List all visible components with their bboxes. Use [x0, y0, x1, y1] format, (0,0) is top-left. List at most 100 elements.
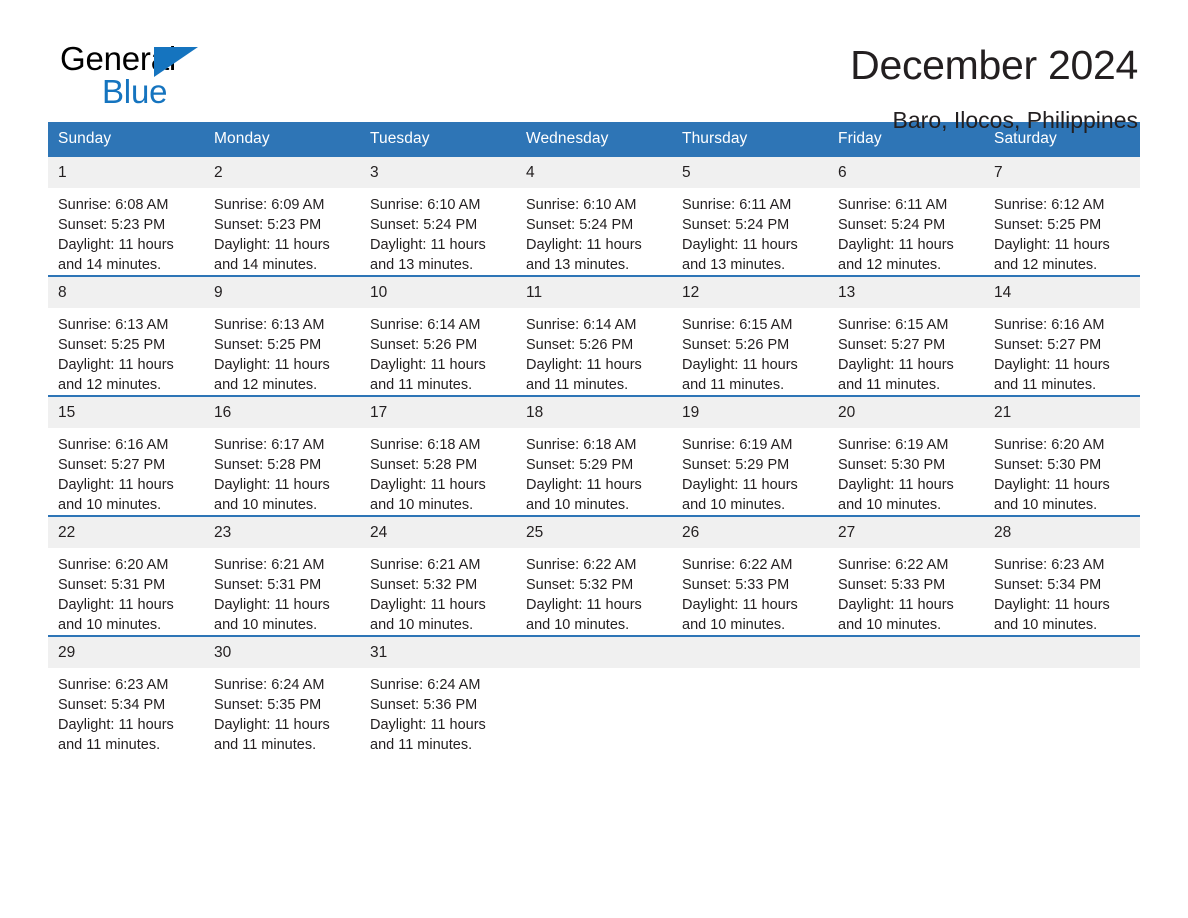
daylight-text-line1: Daylight: 11 hours [370, 597, 486, 613]
daylight-text-line2: and 10 minutes. [994, 497, 1098, 513]
sunrise-text: Sunrise: 6:13 AM [214, 317, 325, 333]
calendar-day-cell[interactable]: 5 Sunrise: 6:11 AM Sunset: 5:24 PM Daylight… [672, 157, 828, 275]
day-details: Sunrise: 6:19 AM Sunset: 5:29 PM Daylight:… [672, 428, 828, 515]
sunrise-text: Sunrise: 6:09 AM [214, 197, 325, 213]
calendar-week-row: 15 Sunrise: 6:16 AM Sunset: 5:27 PM Dayligh… [48, 395, 1140, 515]
calendar-day-cell[interactable]: 22 Sunrise: 6:20 AM Sunset: 5:31 PM Dayligh… [48, 517, 204, 635]
day-details: Sunrise: 6:20 AM Sunset: 5:31 PM Daylight:… [48, 548, 204, 635]
calendar-week-row: 29 Sunrise: 6:23 AM Sunset: 5:34 PM Dayligh… [48, 635, 1140, 755]
sunset-text: Sunset: 5:26 PM [526, 337, 634, 353]
calendar-day-cell[interactable]: 11 Sunrise: 6:14 AM Sunset: 5:26 PM Dayligh… [516, 277, 672, 395]
daylight-text-line1: Daylight: 11 hours [838, 357, 954, 373]
sunrise-text: Sunrise: 6:24 AM [370, 677, 481, 693]
calendar-day-cell[interactable]: 1 Sunrise: 6:08 AM Sunset: 5:23 PM Daylight… [48, 157, 204, 275]
weekday-header-wednesday: Wednesday [526, 130, 609, 147]
day-number: 22 [48, 517, 204, 548]
calendar-day-cell[interactable]: 25 Sunrise: 6:22 AM Sunset: 5:32 PM Dayligh… [516, 517, 672, 635]
day-details: Sunrise: 6:11 AM Sunset: 5:24 PM Daylight:… [672, 188, 828, 275]
generalblue-logo[interactable]: General Blue [48, 42, 248, 114]
daylight-text-line1: Daylight: 11 hours [214, 717, 330, 733]
day-number: 4 [516, 157, 672, 188]
daylight-text-line1: Daylight: 11 hours [214, 357, 330, 373]
logo-triangle-icon [154, 47, 198, 77]
calendar-page: General Blue December 2024 Baro, Ilocos,… [0, 0, 1188, 918]
daylight-text-line2: and 14 minutes. [58, 257, 162, 273]
day-details [672, 668, 828, 675]
sunset-text: Sunset: 5:34 PM [994, 577, 1102, 593]
day-number: 11 [516, 277, 672, 308]
day-number: 28 [984, 517, 1140, 548]
sunrise-text: Sunrise: 6:18 AM [370, 437, 481, 453]
daylight-text-line2: and 11 minutes. [838, 377, 941, 393]
sunrise-text: Sunrise: 6:13 AM [58, 317, 169, 333]
calendar-day-cell[interactable]: 30 Sunrise: 6:24 AM Sunset: 5:35 PM Dayligh… [204, 637, 360, 755]
daylight-text-line1: Daylight: 11 hours [526, 477, 642, 493]
sunrise-text: Sunrise: 6:14 AM [370, 317, 481, 333]
calendar-day-cell[interactable]: 8 Sunrise: 6:13 AM Sunset: 5:25 PM Daylight… [48, 277, 204, 395]
calendar-day-cell[interactable]: 26 Sunrise: 6:22 AM Sunset: 5:33 PM Dayligh… [672, 517, 828, 635]
sunset-text: Sunset: 5:31 PM [58, 577, 166, 593]
day-number [516, 637, 672, 668]
daylight-text-line2: and 11 minutes. [214, 737, 317, 753]
calendar-day-cell[interactable]: 27 Sunrise: 6:22 AM Sunset: 5:33 PM Dayligh… [828, 517, 984, 635]
logo-text-blue: Blue [102, 73, 168, 110]
daylight-text-line1: Daylight: 11 hours [682, 357, 798, 373]
sunset-text: Sunset: 5:27 PM [838, 337, 946, 353]
sunrise-text: Sunrise: 6:22 AM [682, 557, 793, 573]
sunset-text: Sunset: 5:26 PM [682, 337, 790, 353]
sunrise-text: Sunrise: 6:20 AM [58, 557, 169, 573]
calendar-day-cell[interactable]: 21 Sunrise: 6:20 AM Sunset: 5:30 PM Dayligh… [984, 397, 1140, 515]
sunrise-text: Sunrise: 6:22 AM [838, 557, 949, 573]
calendar-day-cell[interactable]: 10 Sunrise: 6:14 AM Sunset: 5:26 PM Dayligh… [360, 277, 516, 395]
sunset-text: Sunset: 5:29 PM [526, 457, 634, 473]
calendar-day-cell[interactable]: 29 Sunrise: 6:23 AM Sunset: 5:34 PM Dayligh… [48, 637, 204, 755]
day-details: Sunrise: 6:09 AM Sunset: 5:23 PM Daylight:… [204, 188, 360, 275]
daylight-text-line2: and 10 minutes. [994, 617, 1098, 633]
daylight-text-line1: Daylight: 11 hours [526, 357, 642, 373]
calendar-day-cell[interactable]: 13 Sunrise: 6:15 AM Sunset: 5:27 PM Dayligh… [828, 277, 984, 395]
calendar-day-cell[interactable]: 4 Sunrise: 6:10 AM Sunset: 5:24 PM Daylight… [516, 157, 672, 275]
daylight-text-line2: and 10 minutes. [58, 617, 162, 633]
daylight-text-line2: and 10 minutes. [58, 497, 162, 513]
calendar-day-cell[interactable]: 3 Sunrise: 6:10 AM Sunset: 5:24 PM Daylight… [360, 157, 516, 275]
calendar-day-cell[interactable]: 16 Sunrise: 6:17 AM Sunset: 5:28 PM Dayligh… [204, 397, 360, 515]
calendar-day-cell[interactable]: 17 Sunrise: 6:18 AM Sunset: 5:28 PM Dayligh… [360, 397, 516, 515]
day-details: Sunrise: 6:24 AM Sunset: 5:35 PM Daylight:… [204, 668, 360, 755]
sunset-text: Sunset: 5:29 PM [682, 457, 790, 473]
calendar-day-cell[interactable]: 18 Sunrise: 6:18 AM Sunset: 5:29 PM Dayligh… [516, 397, 672, 515]
calendar-day-cell[interactable]: 6 Sunrise: 6:11 AM Sunset: 5:24 PM Daylight… [828, 157, 984, 275]
calendar-day-cell[interactable]: 24 Sunrise: 6:21 AM Sunset: 5:32 PM Dayligh… [360, 517, 516, 635]
sunset-text: Sunset: 5:30 PM [838, 457, 946, 473]
calendar-day-cell[interactable]: 31 Sunrise: 6:24 AM Sunset: 5:36 PM Dayligh… [360, 637, 516, 755]
calendar-day-cell[interactable]: 20 Sunrise: 6:19 AM Sunset: 5:30 PM Dayligh… [828, 397, 984, 515]
day-number: 3 [360, 157, 516, 188]
calendar-day-cell[interactable]: 9 Sunrise: 6:13 AM Sunset: 5:25 PM Daylight… [204, 277, 360, 395]
daylight-text-line2: and 10 minutes. [370, 497, 474, 513]
sunrise-text: Sunrise: 6:21 AM [214, 557, 325, 573]
day-details: Sunrise: 6:15 AM Sunset: 5:26 PM Daylight:… [672, 308, 828, 395]
daylight-text-line1: Daylight: 11 hours [370, 237, 486, 253]
calendar-day-cell[interactable]: 28 Sunrise: 6:23 AM Sunset: 5:34 PM Dayligh… [984, 517, 1140, 635]
daylight-text-line1: Daylight: 11 hours [58, 477, 174, 493]
calendar-day-cell[interactable]: 19 Sunrise: 6:19 AM Sunset: 5:29 PM Dayligh… [672, 397, 828, 515]
day-number: 31 [360, 637, 516, 668]
daylight-text-line1: Daylight: 11 hours [526, 597, 642, 613]
calendar-day-cell[interactable]: 23 Sunrise: 6:21 AM Sunset: 5:31 PM Dayligh… [204, 517, 360, 635]
calendar-day-cell[interactable]: 2 Sunrise: 6:09 AM Sunset: 5:23 PM Daylight… [204, 157, 360, 275]
day-number: 17 [360, 397, 516, 428]
calendar-day-cell-empty [828, 637, 984, 755]
day-number: 18 [516, 397, 672, 428]
calendar-week-row: 8 Sunrise: 6:13 AM Sunset: 5:25 PM Daylight… [48, 275, 1140, 395]
sunset-text: Sunset: 5:25 PM [214, 337, 322, 353]
calendar-day-cell[interactable]: 12 Sunrise: 6:15 AM Sunset: 5:26 PM Dayligh… [672, 277, 828, 395]
daylight-text-line2: and 12 minutes. [994, 257, 1098, 273]
daylight-text-line2: and 10 minutes. [214, 497, 318, 513]
sunrise-text: Sunrise: 6:11 AM [682, 197, 792, 213]
sunrise-text: Sunrise: 6:24 AM [214, 677, 325, 693]
daylight-text-line2: and 14 minutes. [214, 257, 318, 273]
calendar-day-cell[interactable]: 14 Sunrise: 6:16 AM Sunset: 5:27 PM Dayligh… [984, 277, 1140, 395]
sunrise-text: Sunrise: 6:11 AM [838, 197, 948, 213]
calendar-day-cell[interactable]: 7 Sunrise: 6:12 AM Sunset: 5:25 PM Daylight… [984, 157, 1140, 275]
sunrise-text: Sunrise: 6:16 AM [58, 437, 169, 453]
calendar-day-cell[interactable]: 15 Sunrise: 6:16 AM Sunset: 5:27 PM Dayligh… [48, 397, 204, 515]
